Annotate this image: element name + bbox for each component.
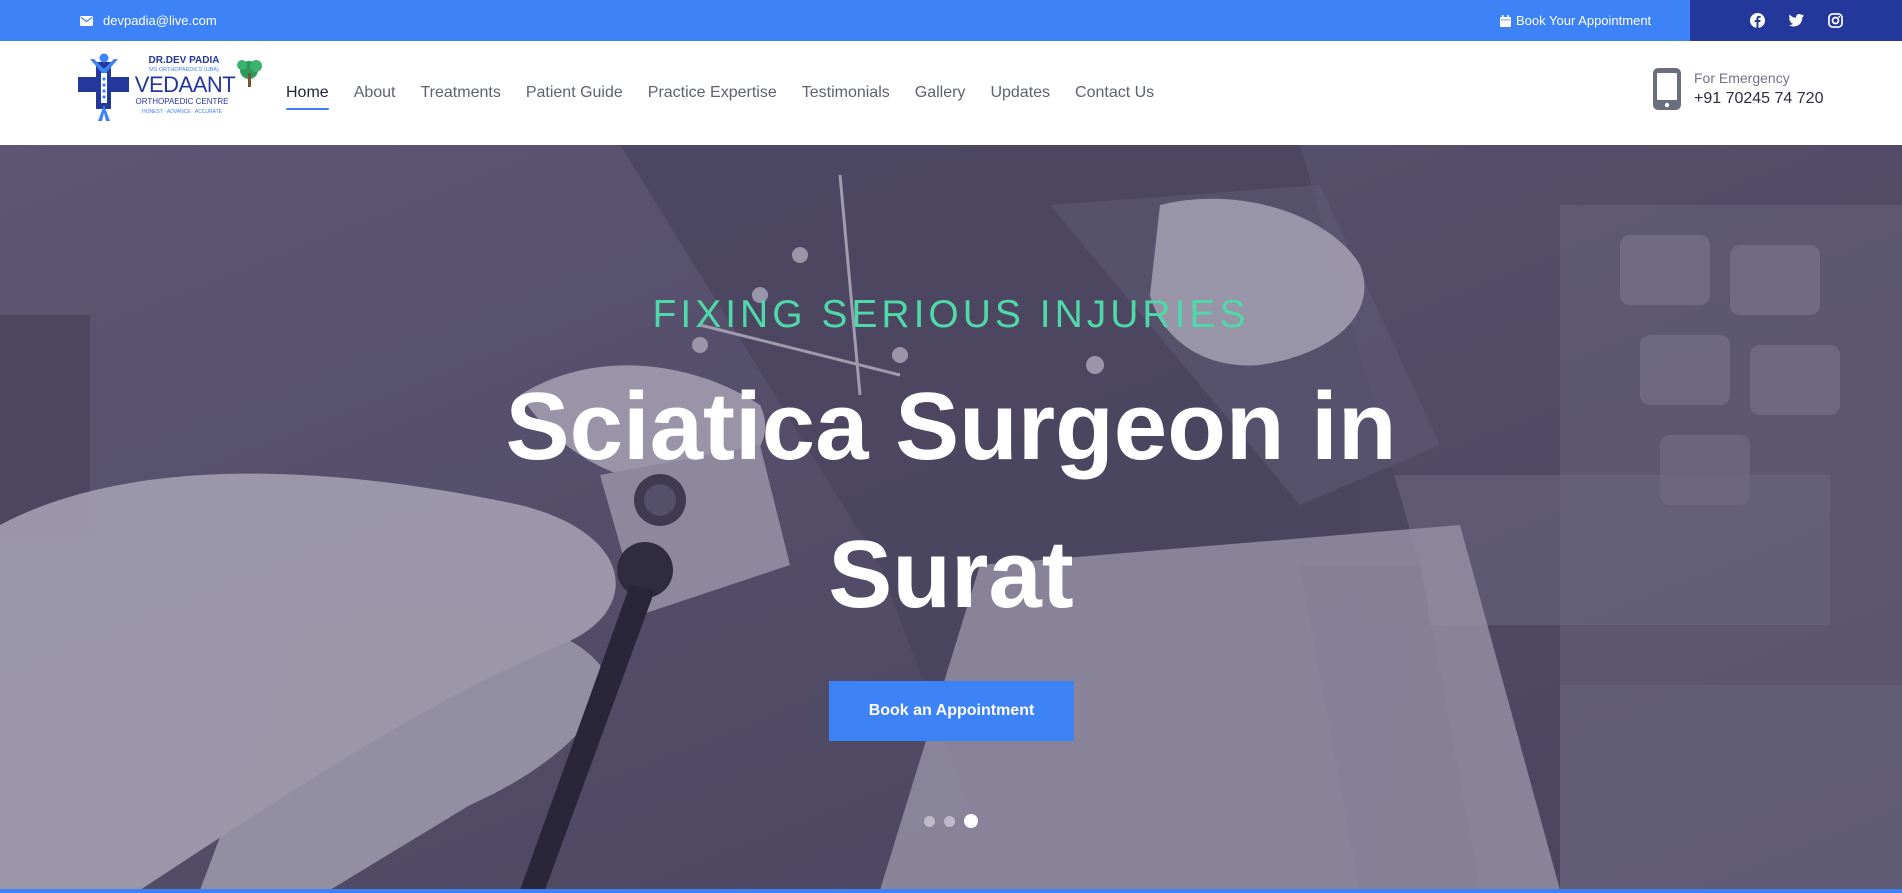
nav-patient-guide[interactable]: Patient Guide <box>526 84 623 102</box>
slider-dot-2[interactable] <box>944 815 955 827</box>
logo-brand: VEDAANT <box>135 72 235 97</box>
logo-doctor-name: DR.DEV PADIA <box>149 55 220 66</box>
nav-treatments[interactable]: Treatments <box>421 84 501 102</box>
book-your-appointment-link[interactable]: Book Your Appointment <box>1500 0 1651 41</box>
hero-title: Sciatica Surgeon in Surat <box>505 373 1397 628</box>
emergency-contact[interactable]: For Emergency +91 70245 74 720 <box>1652 67 1823 111</box>
nav-home[interactable]: Home <box>286 84 329 110</box>
mail-icon <box>80 15 93 26</box>
mobile-phone-icon <box>1653 68 1681 110</box>
top-email-text: devpadia@live.com <box>103 13 217 28</box>
hero-bottom-border <box>0 889 1902 893</box>
main-nav: Home About Treatments Patient Guide Prac… <box>286 41 1154 145</box>
top-bar: devpadia@live.com Book Your Appointment <box>0 0 1902 41</box>
twitter-icon[interactable] <box>1788 13 1804 28</box>
logo-tagline: HONEST · ADVANCE · ACCURATE <box>142 109 223 115</box>
slider-dots <box>924 814 978 828</box>
slider-dot-1[interactable] <box>924 815 935 827</box>
nav-testimonials[interactable]: Testimonials <box>802 84 890 102</box>
nav-updates[interactable]: Updates <box>990 84 1050 102</box>
main-header: DR.DEV PADIA MS ORTHOPAEDICS (UBA) VEDAA… <box>0 41 1902 145</box>
nav-practice-expertise[interactable]: Practice Expertise <box>648 84 777 102</box>
social-links <box>1690 0 1902 41</box>
nav-contact-us[interactable]: Contact Us <box>1075 84 1154 102</box>
nav-about[interactable]: About <box>354 84 396 102</box>
book-an-appointment-button[interactable]: Book an Appointment <box>829 681 1074 741</box>
calendar-icon <box>1500 14 1511 27</box>
site-logo[interactable]: DR.DEV PADIA MS ORTHOPAEDICS (UBA) VEDAA… <box>78 53 263 125</box>
hero-kicker: FIXING SERIOUS INJURIES <box>652 293 1250 336</box>
logo-centre: ORTHOPAEDIC CENTRE <box>135 97 228 106</box>
hero-slider: FIXING SERIOUS INJURIES Sciatica Surgeon… <box>0 145 1902 890</box>
slider-dot-3[interactable] <box>964 814 978 828</box>
instagram-icon[interactable] <box>1827 13 1843 28</box>
top-email[interactable]: devpadia@live.com <box>80 0 217 41</box>
nav-gallery[interactable]: Gallery <box>915 84 966 102</box>
book-your-appointment-label: Book Your Appointment <box>1516 13 1652 28</box>
emergency-phone-number[interactable]: +91 70245 74 720 <box>1694 90 1823 108</box>
emergency-label: For Emergency <box>1694 70 1790 86</box>
facebook-icon[interactable] <box>1749 13 1765 28</box>
